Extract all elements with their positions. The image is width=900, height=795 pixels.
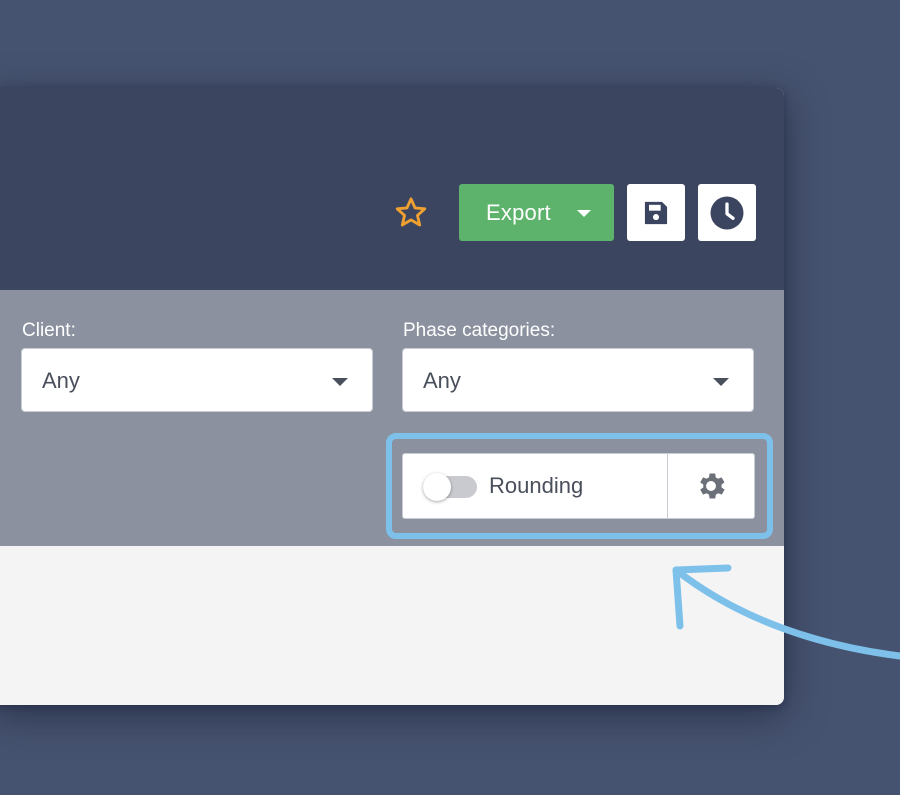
client-select-value: Any bbox=[42, 368, 80, 393]
rounding-control: Rounding bbox=[402, 453, 755, 519]
chevron-down-icon bbox=[332, 378, 348, 386]
report-header: Export bbox=[0, 88, 784, 290]
client-label: Client: bbox=[22, 320, 76, 341]
gear-icon bbox=[700, 473, 725, 499]
rounding-toggle[interactable]: Rounding bbox=[403, 454, 667, 518]
chevron-down-icon bbox=[713, 378, 729, 386]
clock-icon bbox=[710, 196, 744, 229]
export-button-label: Export bbox=[486, 199, 551, 225]
report-content bbox=[0, 546, 784, 705]
toggle-knob[interactable] bbox=[423, 473, 451, 501]
export-button[interactable]: Export bbox=[459, 184, 614, 241]
save-button[interactable] bbox=[627, 184, 685, 241]
phase-categories-label: Phase categories: bbox=[403, 320, 556, 341]
caret-down-icon[interactable] bbox=[577, 210, 591, 217]
phase-categories-select-value: Any bbox=[423, 368, 461, 393]
floppy-disk-icon bbox=[644, 201, 668, 224]
history-button[interactable] bbox=[698, 184, 756, 241]
rounding-settings-button[interactable] bbox=[668, 454, 754, 518]
favorite-button[interactable] bbox=[392, 194, 430, 232]
star-icon bbox=[395, 197, 427, 227]
phase-categories-select[interactable]: Any bbox=[402, 348, 754, 412]
report-window: Export Client: Any Phase categories: Any bbox=[0, 88, 784, 705]
toggle-track[interactable] bbox=[423, 473, 477, 501]
rounding-label: Rounding bbox=[489, 473, 584, 498]
client-select[interactable]: Any bbox=[21, 348, 373, 412]
